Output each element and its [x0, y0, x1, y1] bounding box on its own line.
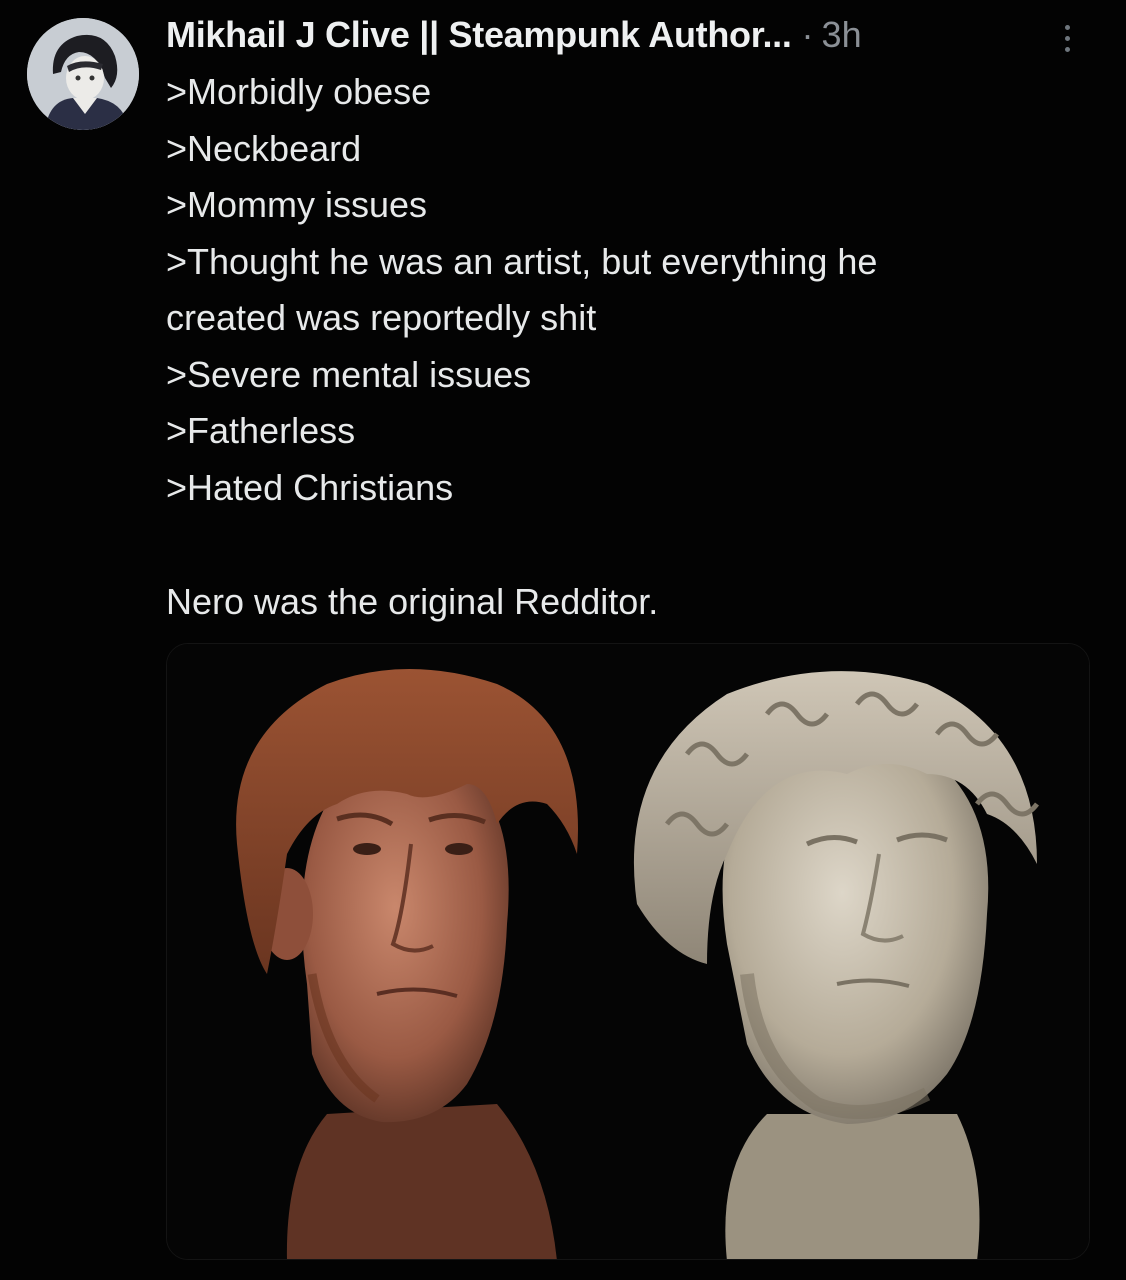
timestamp[interactable]: 3h	[822, 14, 862, 56]
author-name[interactable]: Mikhail J Clive || Steampunk Author...	[166, 14, 792, 56]
tweet-line: created was reportedly shit	[166, 297, 597, 338]
tweet-line: >Morbidly obese	[166, 71, 432, 112]
tweet-media-image[interactable]	[166, 643, 1090, 1260]
tweet-header: Mikhail J Clive || Steampunk Author... ·…	[166, 10, 862, 60]
tweet-line: >Neckbeard	[166, 127, 362, 169]
avatar[interactable]	[27, 18, 139, 130]
tweet-line: >Fatherless	[166, 410, 356, 451]
tweet-line: >Mommy issues	[166, 184, 428, 225]
separator-dot: ·	[801, 14, 814, 55]
tweet-closing-line: Nero was the original Redditor.	[166, 581, 659, 622]
tweet-line: >Hated Christians	[166, 466, 454, 508]
tweet-card: Mikhail J Clive || Steampunk Author... ·…	[0, 0, 1126, 1280]
more-vertical-icon[interactable]	[1050, 18, 1084, 58]
avatar-illustration	[27, 18, 139, 130]
tweet-text: >Morbidly obese >Neckbeard >Mommy issues…	[166, 64, 1066, 631]
tweet-line: >Thought he was an artist, but everythin…	[166, 240, 878, 282]
bust-comparison-illustration	[167, 644, 1089, 1259]
tweet-line: >Severe mental issues	[166, 353, 532, 395]
